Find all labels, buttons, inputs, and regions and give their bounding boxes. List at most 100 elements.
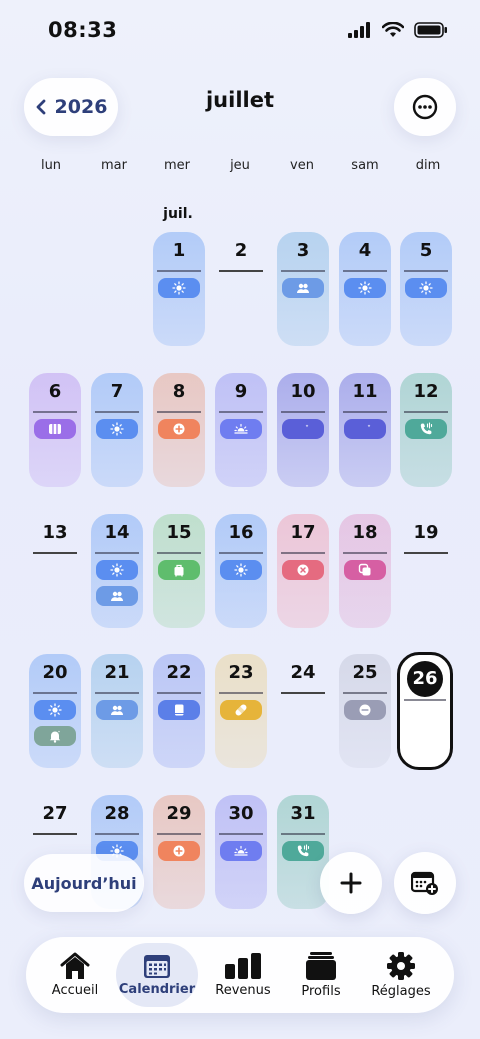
tab-profils[interactable]: Profils — [280, 943, 362, 1007]
day-event-badge[interactable] — [34, 726, 76, 746]
calendar-day[interactable]: 4 — [339, 232, 391, 346]
day-divider — [95, 692, 139, 694]
tab-label: Accueil — [51, 983, 99, 998]
day-event-badge[interactable] — [220, 560, 262, 580]
tab-accueil[interactable]: Accueil — [34, 943, 116, 1007]
calendar-day[interactable]: 6 — [29, 373, 81, 487]
calendar-day[interactable]: 12 — [400, 373, 452, 487]
calendar-day[interactable]: 22 — [153, 654, 205, 768]
day-divider — [219, 270, 263, 272]
day-number: 29 — [166, 803, 192, 824]
day-divider — [404, 552, 448, 554]
day-event-badge[interactable] — [282, 841, 324, 861]
day-event-badge[interactable] — [158, 560, 200, 580]
today-button[interactable]: Aujourd’hui — [24, 854, 144, 912]
calendar-day[interactable]: 21 — [91, 654, 143, 768]
day-event-badge[interactable] — [96, 700, 138, 720]
day-number: 19 — [413, 522, 439, 543]
calendar-day[interactable]: 30 — [215, 795, 267, 909]
bell-icon — [49, 730, 61, 743]
day-event-badge[interactable] — [96, 560, 138, 580]
calendar-day[interactable]: 23 — [215, 654, 267, 768]
day-event-badge[interactable] — [96, 586, 138, 606]
people-icon — [297, 283, 309, 293]
day-event-badge[interactable] — [220, 419, 262, 439]
calendar-day[interactable]: 7 — [91, 373, 143, 487]
day-event-badge[interactable] — [344, 560, 386, 580]
moon-icon — [298, 424, 309, 434]
calendar-day-today[interactable]: 26 — [397, 652, 453, 770]
tab-reglages[interactable]: Réglages — [360, 943, 442, 1007]
people-icon — [111, 705, 123, 715]
day-event-badge[interactable] — [405, 419, 447, 439]
sun-icon — [234, 563, 248, 577]
calendar-day[interactable]: 10 — [277, 373, 329, 487]
calendar-day[interactable]: 19 — [400, 514, 452, 628]
add-button[interactable] — [320, 852, 382, 914]
day-divider — [33, 411, 77, 413]
calendar-day[interactable]: 3 — [277, 232, 329, 346]
day-event-badge[interactable] — [158, 278, 200, 298]
calendar-day[interactable]: 13 — [29, 514, 81, 628]
day-event-badge[interactable] — [220, 700, 262, 720]
day-event-badge[interactable] — [158, 841, 200, 861]
day-event-badge[interactable] — [34, 419, 76, 439]
day-divider — [33, 833, 77, 835]
day-number: 11 — [352, 381, 378, 402]
calendar-day[interactable]: 20 — [29, 654, 81, 768]
day-divider — [95, 552, 139, 554]
day-divider — [33, 552, 77, 554]
more-options-button[interactable] — [394, 78, 456, 136]
day-event-badge[interactable] — [282, 278, 324, 298]
calendar-day[interactable]: 15 — [153, 514, 205, 628]
tab-label: Réglages — [371, 984, 431, 999]
day-event-badge[interactable] — [34, 700, 76, 720]
calendar-day[interactable]: 24 — [277, 654, 329, 768]
tab-revenus[interactable]: Revenus — [202, 943, 284, 1007]
tab-calendrier[interactable]: Calendrier — [116, 943, 198, 1007]
day-divider — [343, 270, 387, 272]
day-number: 12 — [413, 381, 439, 402]
calendar-day[interactable]: 25 — [339, 654, 391, 768]
day-divider — [157, 270, 201, 272]
calendar-day[interactable]: 14 — [91, 514, 143, 628]
calendar-day[interactable]: 16 — [215, 514, 267, 628]
weekday-label: jeu — [230, 158, 250, 173]
calendar-day[interactable]: 5 — [400, 232, 452, 346]
day-event-badge[interactable] — [158, 419, 200, 439]
weekday-header: lun mar mer jeu ven sam dim — [0, 158, 480, 178]
day-event-badge[interactable] — [96, 419, 138, 439]
status-bar: 08:33 — [0, 0, 480, 62]
calendar-day[interactable]: 8 — [153, 373, 205, 487]
day-number: 21 — [104, 662, 130, 683]
weekday-label: ven — [290, 158, 314, 173]
day-event-badge[interactable] — [282, 419, 324, 439]
calendar-day[interactable]: 11 — [339, 373, 391, 487]
day-event-badge[interactable] — [158, 700, 200, 720]
day-divider — [281, 692, 325, 694]
day-number: 7 — [110, 381, 124, 402]
day-number: 6 — [48, 381, 62, 402]
add-calendar-event-button[interactable] — [394, 852, 456, 914]
calendar-day[interactable]: 18 — [339, 514, 391, 628]
calendar-day[interactable]: 17 — [277, 514, 329, 628]
day-event-badge[interactable] — [344, 700, 386, 720]
calendar-day[interactable]: 1 — [153, 232, 205, 346]
day-divider — [343, 552, 387, 554]
day-event-badge[interactable] — [344, 419, 386, 439]
day-event-badge[interactable] — [344, 278, 386, 298]
calendar-day[interactable]: 2 — [215, 232, 267, 346]
weekday-label: sam — [351, 158, 379, 173]
day-event-badge[interactable] — [282, 560, 324, 580]
day-event-badge[interactable] — [220, 841, 262, 861]
calendar-day[interactable]: 29 — [153, 795, 205, 909]
day-number: 28 — [104, 803, 130, 824]
day-divider — [219, 692, 263, 694]
day-divider — [219, 833, 263, 835]
day-divider — [157, 692, 201, 694]
weekday-label: lun — [40, 158, 62, 173]
day-number: 5 — [419, 240, 433, 261]
plus-circle-icon — [173, 423, 185, 435]
day-event-badge[interactable] — [405, 278, 447, 298]
calendar-day[interactable]: 9 — [215, 373, 267, 487]
